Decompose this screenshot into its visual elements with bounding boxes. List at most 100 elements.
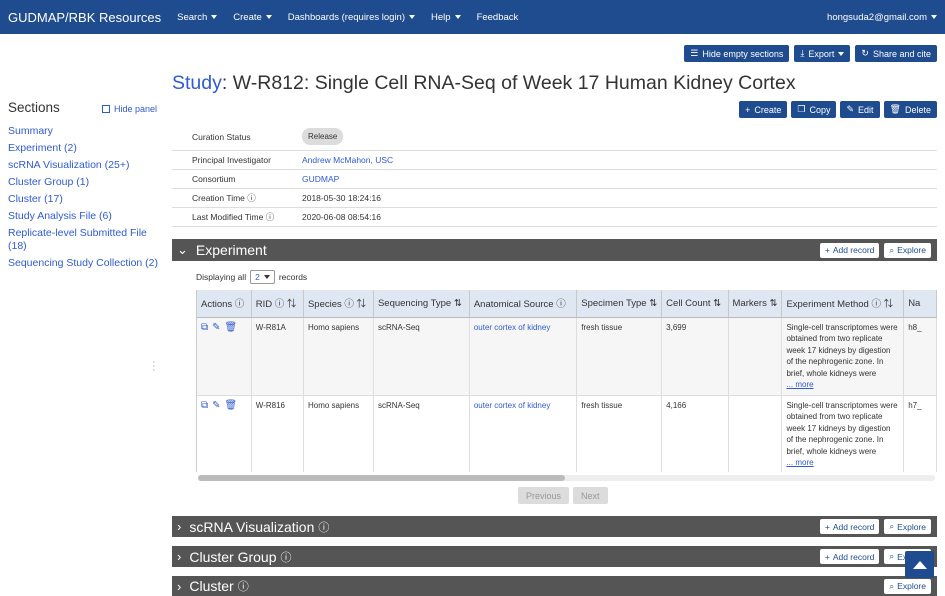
sidebar-item-experiment[interactable]: Experiment (2): [8, 142, 158, 155]
info-icon[interactable]: ⓘ: [247, 193, 256, 203]
summary-table: Curation Status Release Principal Invest…: [172, 124, 937, 227]
plus-icon: +: [824, 521, 830, 532]
creation-time-label: Creation Time ⓘ: [172, 188, 282, 208]
record-actions: + Create ❐ Copy ✎ Edit 🗑 Delete: [739, 101, 937, 118]
section-cluster-header[interactable]: › Cluster ⓘ ⌕ Explore: [172, 576, 937, 596]
section-scrna-header[interactable]: › scRNA Visualization ⓘ + Add record ⌕ Expl…: [172, 516, 937, 537]
page-actions: ☰ Hide empty sections ⤓ Export ↻ Share and …: [684, 45, 937, 62]
col-experiment-method[interactable]: Experiment Method ⓘ ⇅: [781, 290, 905, 318]
export-button[interactable]: ⤓ Export: [794, 45, 851, 62]
sidebar-item-replicate-file[interactable]: Replicate-level Submitted File (18): [8, 227, 158, 253]
plus-icon: +: [745, 104, 751, 115]
add-record-button[interactable]: + Add record: [819, 519, 880, 534]
hide-panel-button[interactable]: Hide panel: [102, 104, 157, 114]
chevron-down-icon: [838, 51, 845, 56]
info-icon[interactable]: ⓘ: [266, 212, 275, 222]
col-anatomical-source[interactable]: Anatomical Source ⓘ: [469, 290, 578, 318]
list-icon: ☰: [690, 48, 699, 58]
nav-create[interactable]: Create: [233, 12, 272, 23]
edit-button[interactable]: ✎ Edit: [840, 101, 880, 118]
brand-link[interactable]: GUDMAP/RBK Resources: [8, 10, 161, 25]
info-icon[interactable]: ⓘ: [238, 578, 249, 594]
add-record-button[interactable]: + Add record: [819, 549, 880, 564]
chevron-down-icon: [263, 275, 270, 279]
hide-empty-sections-button[interactable]: ☰ Hide empty sections: [684, 45, 790, 62]
explore-button[interactable]: ⌕Explore: [884, 242, 931, 258]
scrollbar-thumb[interactable]: [198, 475, 565, 481]
section-cluster-group-header[interactable]: › Cluster Groupⓘ +Add record ⌕Explore: [172, 546, 937, 567]
user-menu[interactable]: hongsuda2@gmail.com: [827, 12, 937, 23]
copy-button[interactable]: ❐ Copy: [791, 101, 837, 118]
previous-button[interactable]: Previous: [518, 487, 570, 504]
download-icon: ⤓: [800, 48, 805, 58]
chevron-down-icon: [265, 15, 272, 19]
pencil-icon[interactable]: ✎: [212, 400, 220, 411]
anatomical-source-link[interactable]: outer cortex of kidney: [474, 401, 550, 410]
add-record-button[interactable]: + Add record: [819, 242, 880, 258]
panel-icon: [102, 105, 110, 113]
col-sequencing-type[interactable]: Sequencing Type ⇅: [373, 290, 470, 318]
search-icon: ⌕: [889, 551, 895, 561]
sidebar-item-cluster-group[interactable]: Cluster Group (1): [8, 176, 158, 189]
create-button[interactable]: + Create: [739, 101, 788, 118]
modified-time-value: 2020-06-08 08:54:16: [282, 207, 937, 227]
col-na[interactable]: Na: [903, 290, 937, 318]
next-button[interactable]: Next: [573, 487, 608, 504]
share-icon: ↻: [861, 48, 869, 58]
sidebar-item-cluster[interactable]: Cluster (17): [8, 193, 158, 206]
col-markers[interactable]: Markers ⇅: [728, 290, 783, 318]
trash-icon[interactable]: 🗑: [225, 400, 238, 411]
pagination: Previous Next: [518, 487, 608, 504]
scroll-to-top-button[interactable]: [905, 551, 934, 578]
delete-button[interactable]: 🗑 Delete: [883, 101, 937, 118]
chevron-down-icon: ⌄: [177, 242, 188, 257]
pi-label: Principal Investigator: [172, 150, 282, 170]
copy-icon: ❐: [797, 104, 806, 114]
nav-help[interactable]: Help: [431, 12, 461, 23]
table-row: ⧉ ✎ 🗑 W-R816 Homo sapiens scRNA-Seq outer …: [197, 395, 937, 472]
col-species[interactable]: Species ⓘ ⇅: [303, 290, 374, 318]
pencil-icon: ✎: [846, 104, 855, 114]
arrow-up-icon: [912, 560, 927, 569]
col-actions: Actions ⓘ: [197, 290, 252, 318]
nav-feedback[interactable]: Feedback: [477, 12, 519, 23]
sidebar-item-collection[interactable]: Sequencing Study Collection (2): [8, 257, 158, 270]
creation-time-value: 2018-05-30 18:24:16: [282, 188, 937, 208]
sidebar-item-summary[interactable]: Summary: [8, 125, 158, 138]
info-icon[interactable]: ⓘ: [281, 549, 292, 565]
more-link[interactable]: ... more: [786, 380, 813, 389]
horizontal-scrollbar[interactable]: [198, 475, 935, 481]
pencil-icon[interactable]: ✎: [212, 322, 220, 333]
chevron-down-icon: [931, 15, 937, 19]
view-icon[interactable]: ⧉: [201, 322, 208, 333]
plus-icon: +: [824, 245, 830, 255]
explore-button[interactable]: ⌕Explore: [884, 578, 931, 594]
table-row: ⧉ ✎ 🗑 W-R81A Homo sapiens scRNA-Seq outer …: [197, 317, 937, 396]
more-link[interactable]: ... more: [786, 458, 813, 467]
info-icon[interactable]: ⓘ: [318, 519, 329, 535]
nav-dashboards[interactable]: Dashboards (requires login): [288, 12, 416, 23]
status-badge: Release: [302, 128, 344, 146]
view-icon[interactable]: ⧉: [201, 400, 208, 411]
consortium-link[interactable]: GUDMAP: [302, 174, 339, 184]
col-specimen-type[interactable]: Specimen Type ⇅: [576, 290, 663, 318]
page-title: Study: W-R812: Single Cell RNA-Seq of We…: [172, 72, 796, 94]
pi-link[interactable]: Andrew McMahon, USC: [302, 155, 393, 165]
anatomical-source-link[interactable]: outer cortex of kidney: [474, 323, 550, 332]
section-experiment-header[interactable]: ⌄ Experiment + Add record ⌕ Explore: [172, 239, 937, 261]
chevron-right-icon: ›: [177, 578, 182, 594]
explore-button[interactable]: ⌕Explore: [884, 519, 931, 534]
sidebar-item-study-analysis[interactable]: Study Analysis File (6): [8, 210, 158, 223]
share-cite-button[interactable]: ↻ Share and cite: [855, 45, 937, 62]
resize-handle[interactable]: · · ·: [152, 357, 156, 376]
modified-time-label: Last Modified Time ⓘ: [172, 207, 282, 227]
sidebar-item-scrna[interactable]: scRNA Visualization (25+): [8, 159, 158, 172]
experiment-table-container: Actions ⓘ RID ⓘ ⇅ Species ⓘ ⇅ Sequencing…: [196, 290, 937, 472]
nav-search[interactable]: Search: [177, 12, 218, 23]
col-rid[interactable]: RID ⓘ ⇅: [251, 290, 304, 318]
col-cell-count[interactable]: Cell Count ⇅: [661, 290, 729, 318]
sidebar-nav: Summary Experiment (2) scRNA Visualizati…: [8, 125, 158, 274]
study-table-link[interactable]: Study: [172, 72, 222, 94]
trash-icon[interactable]: 🗑: [225, 322, 238, 333]
page-size-select[interactable]: 2: [250, 270, 275, 284]
